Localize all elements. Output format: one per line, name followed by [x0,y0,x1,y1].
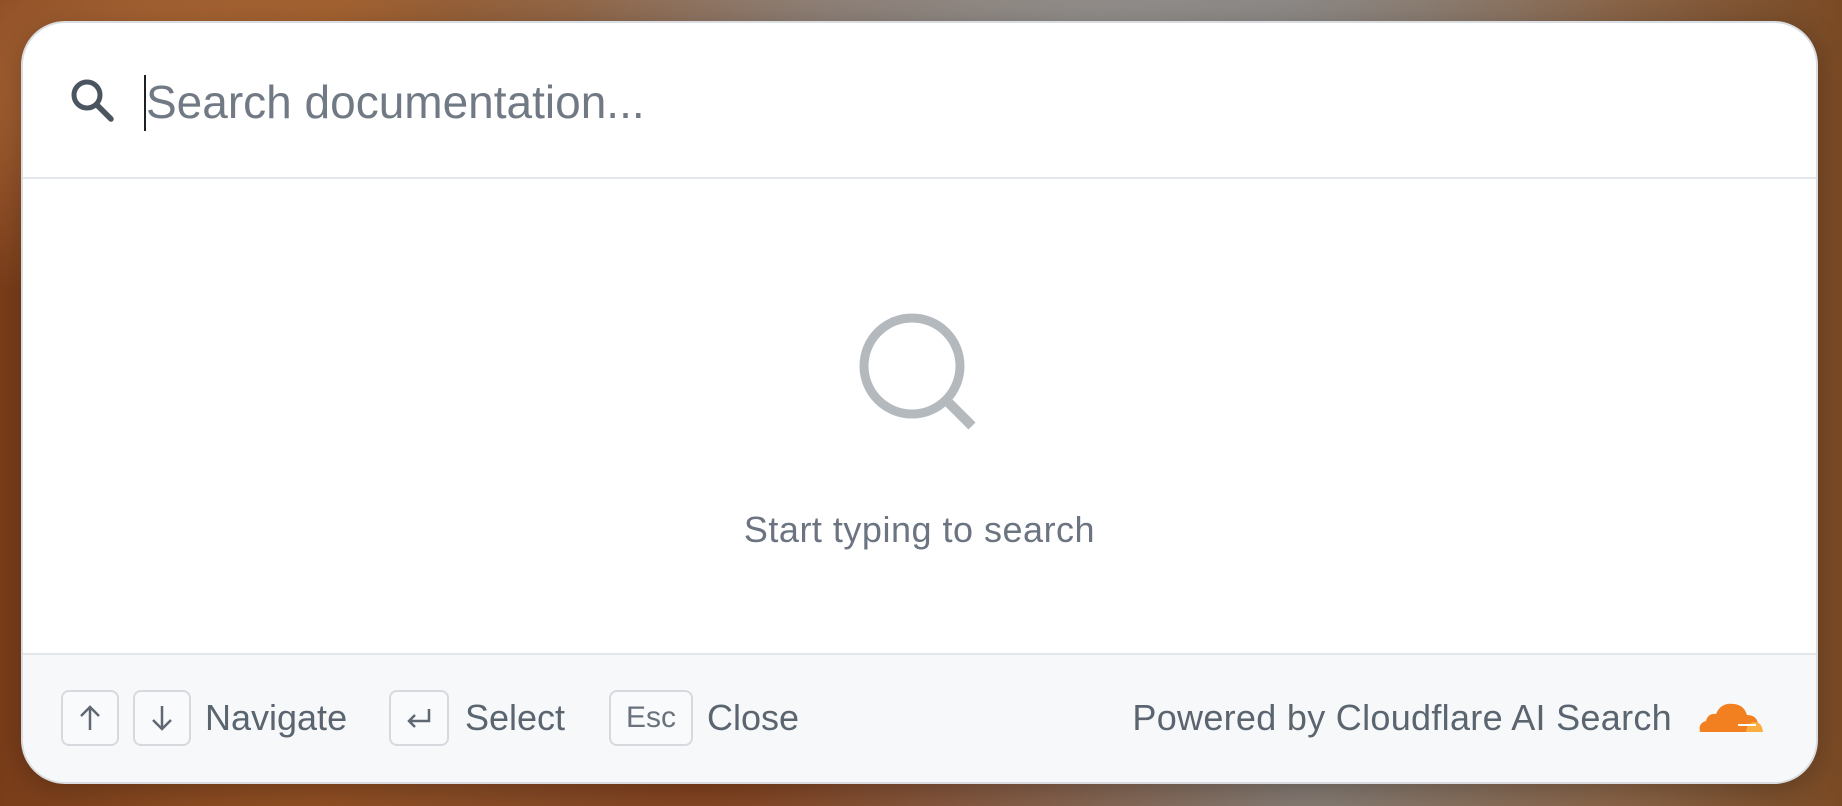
arrow-up-icon [80,705,100,730]
empty-state-message: Start typing to search [743,509,1096,550]
enter-icon [407,709,431,728]
hint-select-label: Select [465,697,566,738]
footer: Navigate Select Esc Close Powered by Clo… [23,653,1816,782]
powered-by-label[interactable]: Powered by Cloudflare AI Search [1132,695,1672,741]
search-modal: Start typing to search Navigate Select E… [21,21,1818,784]
search-icon [859,313,976,430]
search-icon [71,79,114,122]
search-input[interactable] [143,73,1746,131]
cloudflare-icon[interactable] [1696,699,1766,735]
arrow-down-icon [152,706,172,731]
text-caret [144,75,146,131]
empty-state: Start typing to search [23,179,1816,657]
hint-close-label: Close [707,697,800,738]
key-enter [389,690,449,746]
search-bar [23,23,1816,179]
key-down [133,690,191,746]
hint-navigate-label: Navigate [205,697,348,738]
key-up [61,690,119,746]
key-esc: Esc [609,690,693,746]
